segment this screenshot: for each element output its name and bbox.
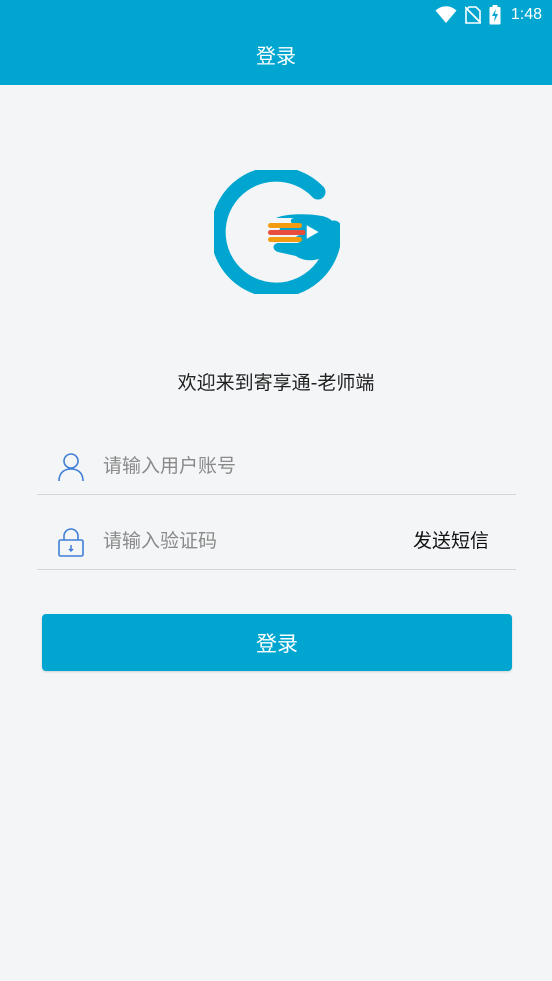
battery-charging-icon: [489, 5, 501, 25]
lock-icon: [58, 528, 84, 557]
status-time: 1:48: [510, 6, 542, 23]
wifi-icon: [435, 6, 457, 23]
no-sim-icon: [464, 6, 481, 24]
code-field: 发送短信: [37, 513, 516, 570]
account-field: [37, 438, 516, 495]
welcome-text: 欢迎来到寄享通-老师端: [177, 372, 375, 394]
login-button[interactable]: 登录: [42, 614, 512, 671]
account-input[interactable]: [103, 450, 393, 482]
status-bar: 1:48: [0, 0, 552, 30]
user-icon: [58, 453, 84, 482]
status-icons: 1:48: [435, 5, 542, 25]
page-title: 登录: [256, 44, 296, 68]
app-header: 1:48 登录: [0, 0, 552, 85]
app-logo-icon: [210, 166, 342, 298]
code-input[interactable]: [103, 525, 393, 557]
send-sms-button[interactable]: 发送短信: [413, 526, 489, 556]
